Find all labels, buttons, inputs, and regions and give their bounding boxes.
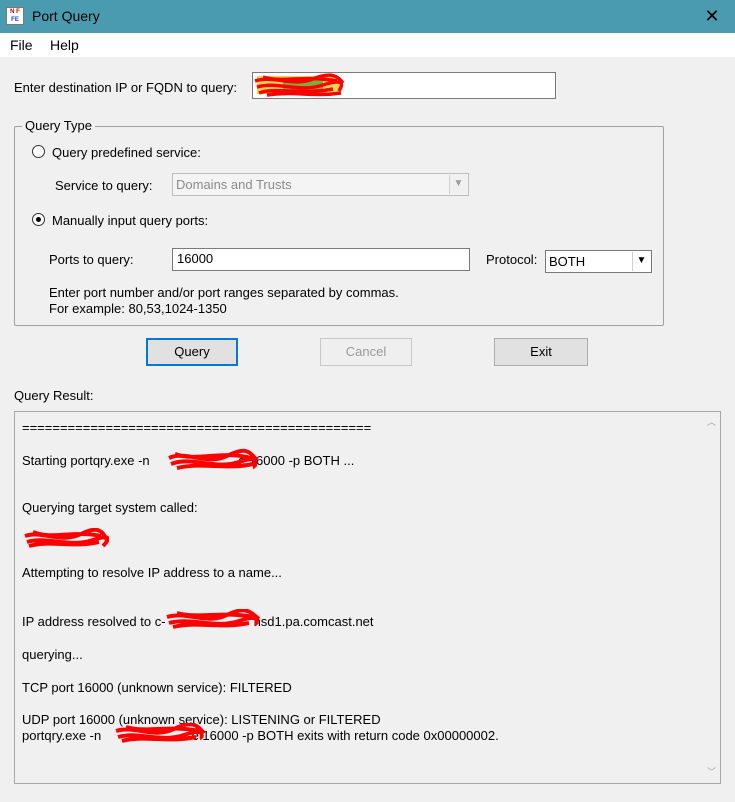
manual-ports-label[interactable]: Manually input query ports: xyxy=(52,213,208,228)
result-querying: querying... xyxy=(22,647,83,662)
close-button[interactable]: ✕ xyxy=(689,0,735,33)
menu-bar: File Help xyxy=(0,33,735,57)
service-to-query-label: Service to query: xyxy=(55,178,153,193)
ports-help-line1: Enter port number and/or port ranges sep… xyxy=(49,285,399,300)
redaction-scribble xyxy=(166,609,261,629)
result-resolving: Attempting to resolve IP address to a na… xyxy=(22,565,282,580)
manual-ports-radio[interactable] xyxy=(32,213,45,226)
predefined-service-label[interactable]: Query predefined service: xyxy=(52,145,201,160)
exit-button[interactable]: Exit xyxy=(494,338,588,366)
result-exit-code: portqry.exe -n -e 16000 -p BOTH exits wit… xyxy=(22,728,499,743)
protocol-label: Protocol: xyxy=(486,252,538,267)
query-type-legend: Query Type xyxy=(22,118,95,133)
ports-input[interactable]: 16000 xyxy=(172,248,470,271)
ports-to-query-label: Ports to query: xyxy=(49,252,134,267)
chevron-down-icon: ▼ xyxy=(632,252,650,271)
menu-file[interactable]: File xyxy=(10,37,33,53)
destination-input[interactable] xyxy=(252,72,556,99)
scroll-down-icon[interactable]: ﹀ xyxy=(703,764,720,781)
redaction-scribble xyxy=(24,528,109,548)
service-select-value: Domains and Trusts xyxy=(176,177,292,192)
close-icon: ✕ xyxy=(704,6,720,26)
result-querying-target: Querying target system called: xyxy=(22,500,198,515)
chevron-down-icon: ▼ xyxy=(449,175,467,194)
result-tcp: TCP port 16000 (unknown service): FILTER… xyxy=(22,680,292,695)
scroll-up-icon[interactable]: ︿ xyxy=(703,414,720,431)
ports-help-line2: For example: 80,53,1024-1350 xyxy=(49,301,227,316)
query-button[interactable]: Query xyxy=(146,338,238,366)
portqry-app-icon: N F FE xyxy=(6,7,24,25)
query-result-output[interactable]: ========================================… xyxy=(14,411,721,784)
query-result-label: Query Result: xyxy=(14,388,94,403)
redaction-scribble xyxy=(115,723,206,743)
protocol-select-value: BOTH xyxy=(549,254,586,269)
window-title: Port Query xyxy=(32,8,100,24)
redaction-scribble xyxy=(168,448,259,470)
result-separator: ========================================… xyxy=(22,420,372,435)
vertical-scrollbar[interactable]: ︿ ﹀ xyxy=(703,412,720,783)
cancel-button[interactable]: Cancel xyxy=(320,338,412,366)
menu-help[interactable]: Help xyxy=(50,37,79,53)
destination-label: Enter destination IP or FQDN to query: xyxy=(14,80,238,95)
predefined-service-radio[interactable] xyxy=(32,145,45,158)
redaction-scribble xyxy=(254,73,345,97)
service-select[interactable]: Domains and Trusts ▼ xyxy=(172,173,469,196)
title-bar[interactable]: N F FE Port Query ✕ xyxy=(0,0,735,33)
ports-value: 16000 xyxy=(177,251,214,266)
protocol-select[interactable]: BOTH ▼ xyxy=(545,250,652,273)
